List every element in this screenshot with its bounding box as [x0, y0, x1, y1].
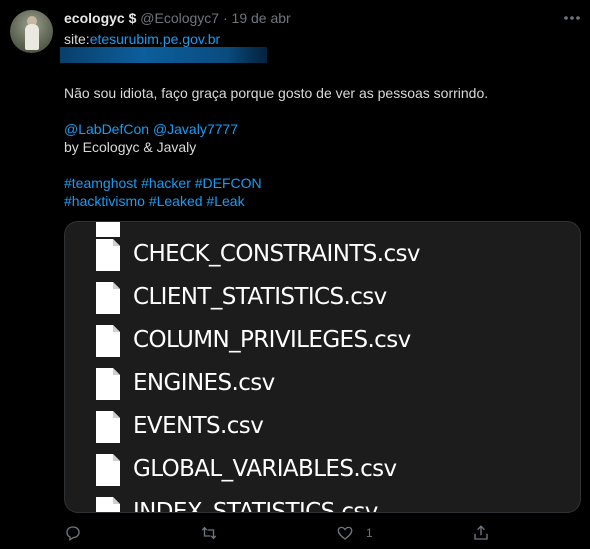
- hashtag-hacker[interactable]: #hacker: [141, 175, 191, 191]
- file-row-partial-bottom: INDEX_STATISTICS.csv: [95, 492, 575, 513]
- mention-javaly[interactable]: @Javaly7777: [153, 121, 238, 137]
- author-name[interactable]: ecologyc $: [64, 10, 136, 26]
- like-count: 1: [366, 526, 373, 540]
- reply-button[interactable]: [64, 521, 82, 545]
- hashtag-leak[interactable]: #Leak: [206, 193, 244, 209]
- like-button[interactable]: 1: [336, 521, 373, 545]
- hashtag-teamghost[interactable]: #teamghost: [64, 175, 137, 191]
- hashtag-defcon[interactable]: #DEFCON: [195, 175, 262, 191]
- attached-image[interactable]: CHECK_CONSTRAINTS.csv CLIENT_STATISTICS.…: [64, 221, 581, 513]
- retweet-icon: [201, 526, 217, 540]
- file-icon: [96, 454, 120, 486]
- file-name: COLUMN_PRIVILEGES.csv: [133, 327, 411, 353]
- action-bar: 1: [0, 521, 590, 545]
- file-name: CHECK_CONSTRAINTS.csv: [133, 241, 421, 267]
- file-icon: [96, 325, 120, 357]
- share-icon: [474, 525, 488, 540]
- file-icon: [96, 497, 120, 512]
- reply-icon: [66, 526, 80, 542]
- file-row: GLOBAL_VARIABLES.csv: [95, 449, 575, 489]
- file-row: CLIENT_STATISTICS.csv: [95, 277, 575, 317]
- mention-labdefcon[interactable]: @LabDefCon: [64, 121, 149, 137]
- hashtag-hacktivismo[interactable]: #hacktivismo: [64, 193, 145, 209]
- file-name: ENGINES.csv: [133, 370, 275, 396]
- file-row: ENGINES.csv: [95, 363, 575, 403]
- avatar-figure: [25, 24, 39, 50]
- site-prefix: site:: [64, 31, 90, 47]
- redaction-bar: [60, 47, 267, 63]
- file-row: CHECK_CONSTRAINTS.csv: [95, 234, 575, 274]
- header-separator: ·: [222, 10, 228, 26]
- file-name: GLOBAL_VARIABLES.csv: [133, 456, 397, 482]
- heart-icon: [337, 526, 353, 540]
- file-name: EVENTS.csv: [133, 413, 264, 439]
- file-name: INDEX_STATISTICS.csv: [133, 499, 378, 513]
- file-icon: [96, 368, 120, 400]
- file-name: CLIENT_STATISTICS.csv: [133, 284, 387, 310]
- file-icon: [96, 239, 120, 271]
- file-icon: [96, 411, 120, 443]
- tweet-date[interactable]: 19 de abr: [232, 10, 291, 26]
- file-row: EVENTS.csv: [95, 406, 575, 446]
- tweet-message: Não sou idiota, faço graça porque gosto …: [64, 85, 489, 101]
- hashtags-line-2: #hacktivismo #Leaked #Leak: [64, 192, 245, 210]
- more-options-icon[interactable]: [562, 8, 582, 28]
- hashtags-line-1: #teamghost #hacker #DEFCON: [64, 174, 262, 192]
- site-link[interactable]: etesurubim.pe.gov.br: [90, 31, 220, 47]
- file-icon: [96, 282, 120, 314]
- site-line: site:etesurubim.pe.gov.br: [64, 30, 220, 48]
- hashtag-leaked[interactable]: #Leaked: [149, 193, 203, 209]
- file-row: COLUMN_PRIVILEGES.csv: [95, 320, 575, 360]
- byline: by Ecologyc & Javaly: [64, 139, 197, 155]
- avatar[interactable]: [10, 10, 53, 53]
- mentions-line: @LabDefCon @Javaly7777: [64, 120, 238, 138]
- retweet-button[interactable]: [200, 521, 218, 545]
- author-handle[interactable]: @Ecologyc7: [140, 10, 219, 26]
- share-button[interactable]: [472, 521, 490, 545]
- tweet[interactable]: ecologyc $ @Ecologyc7 · 19 de abr site:e…: [0, 0, 590, 549]
- tweet-header: ecologyc $ @Ecologyc7 · 19 de abr: [64, 10, 291, 26]
